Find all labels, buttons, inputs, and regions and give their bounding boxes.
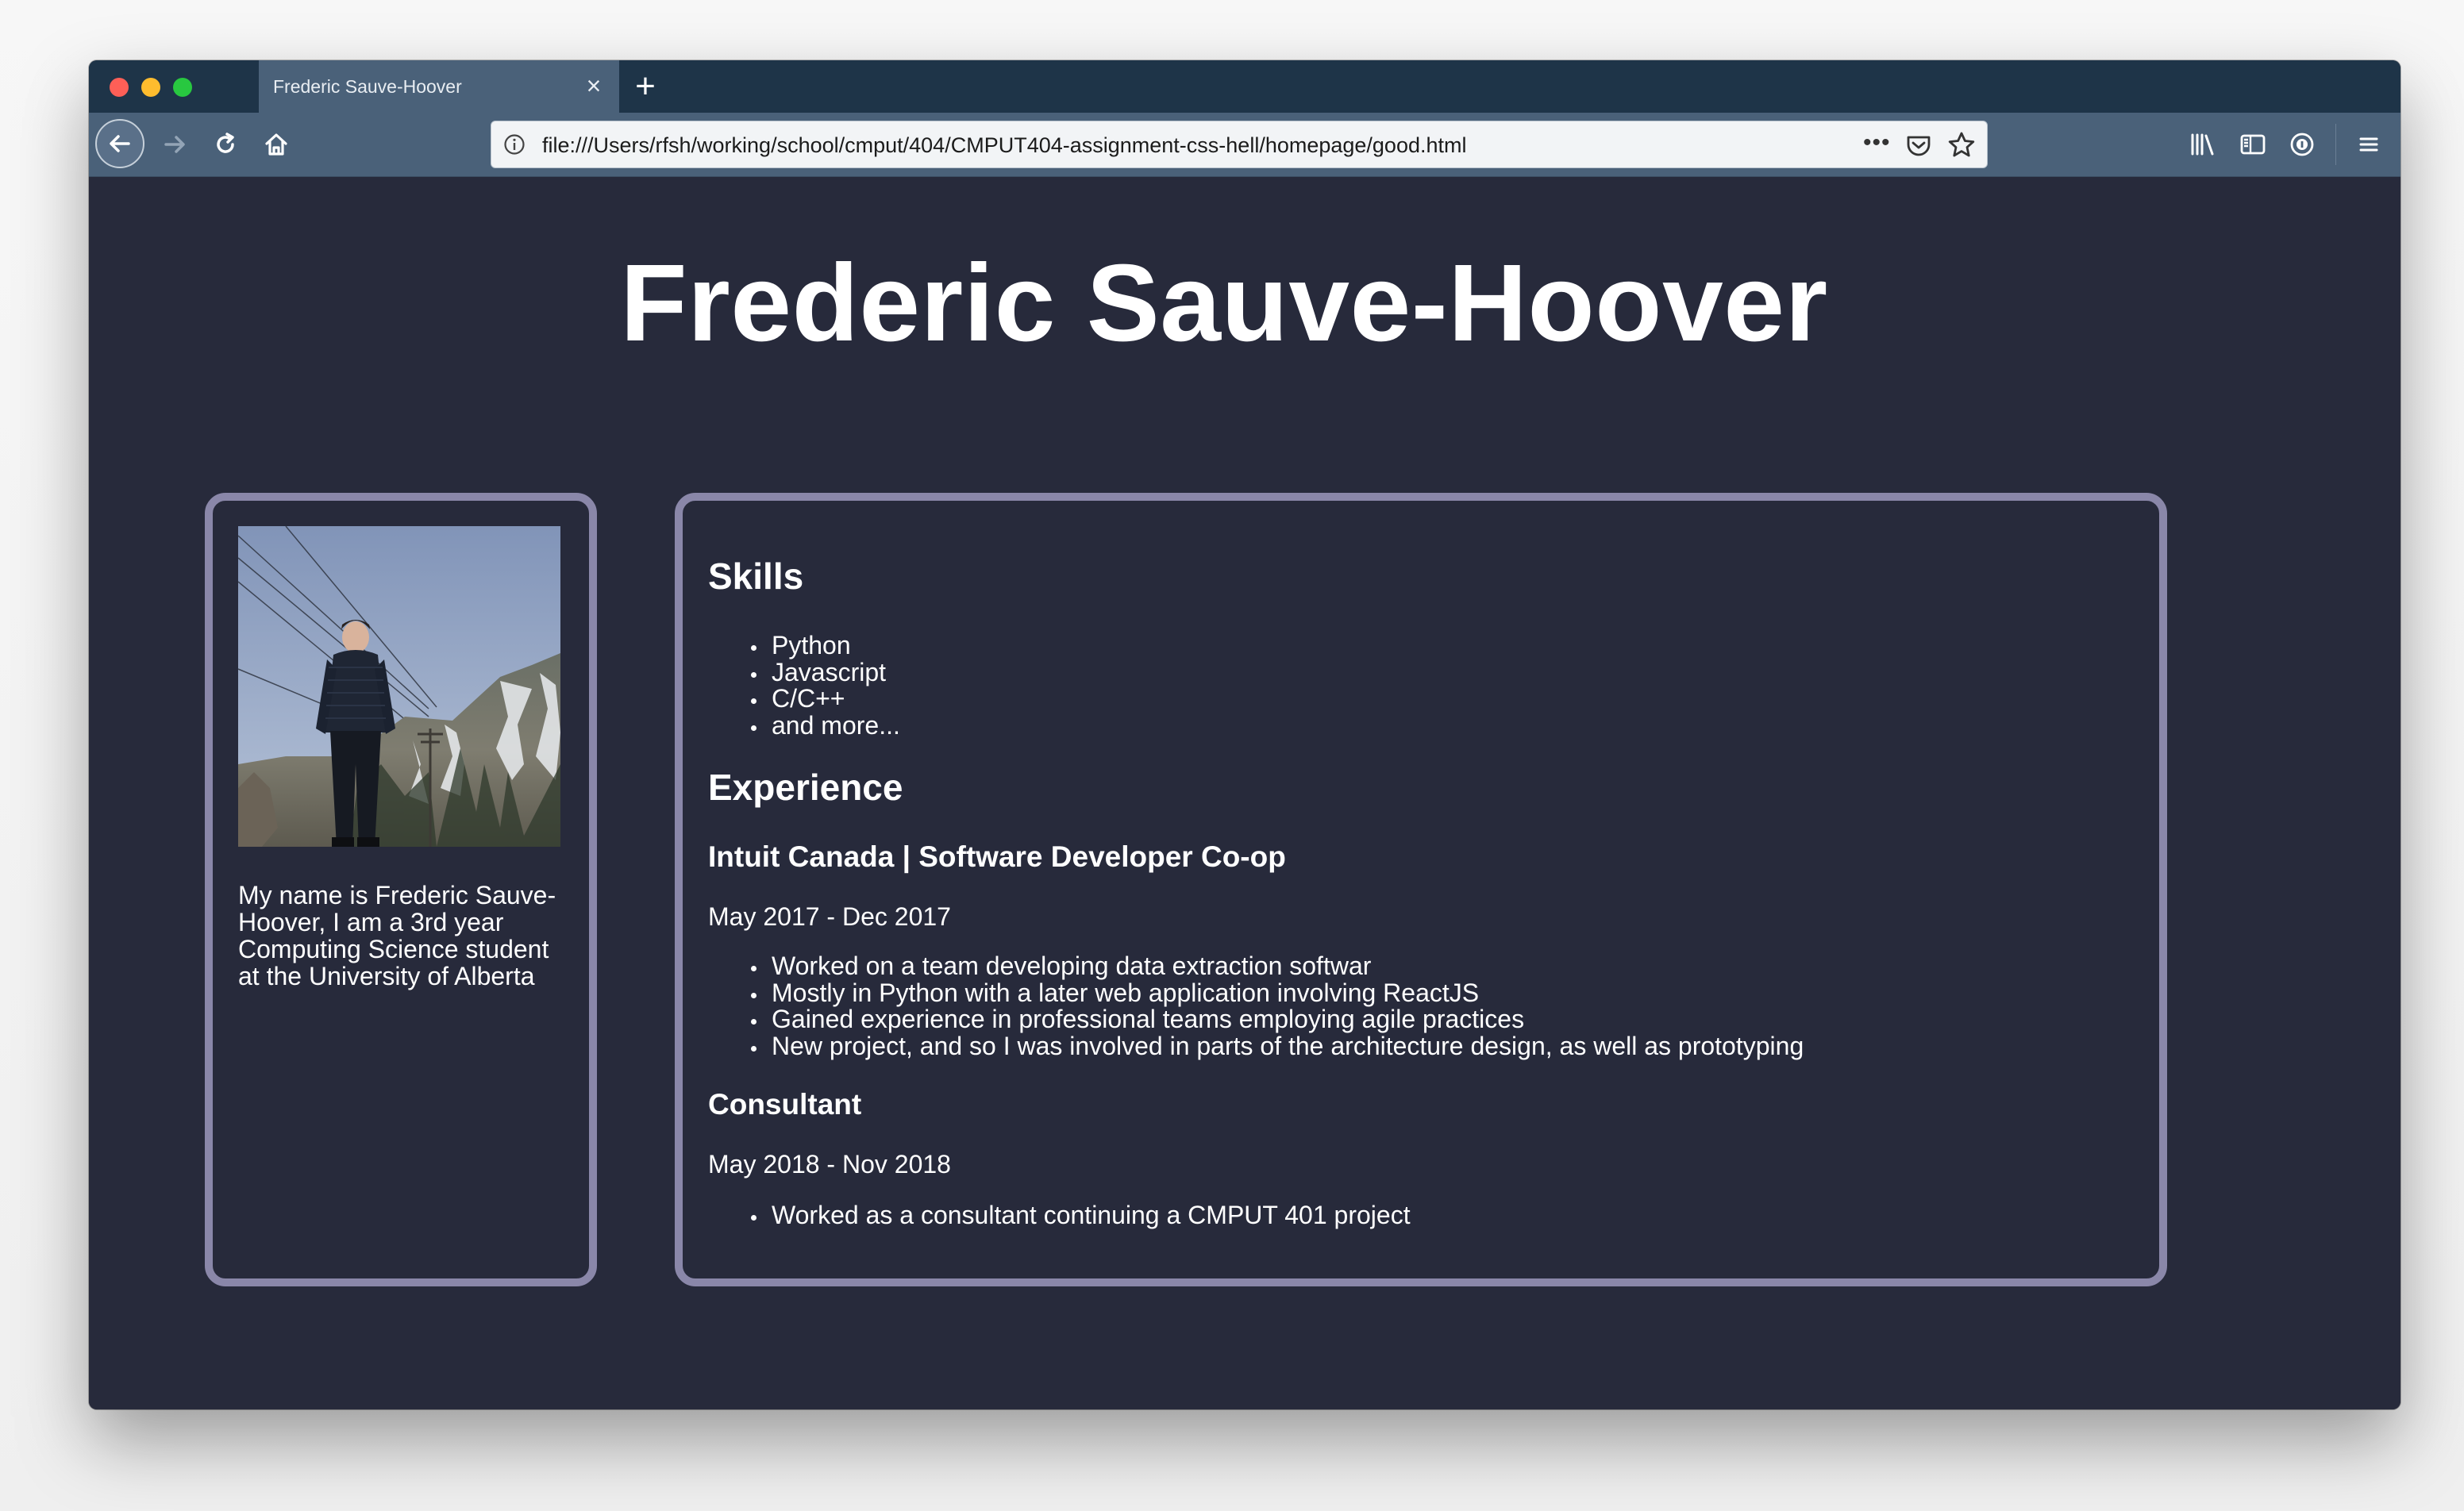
toolbar-separator [2335,124,2336,165]
experience-heading: Experience [708,767,903,808]
pocket-icon[interactable] [1904,131,1933,160]
skills-list: Python Javascript C/C++ and more... [708,632,900,739]
list-item: C/C++ [751,685,900,713]
list-item: Mostly in Python with a later web applic… [750,979,1804,1007]
page-title: Frederic Sauve-Hoover [620,242,1828,364]
profile-card: My name is Frederic Sauve-Hoover, I am a… [205,493,597,1286]
window-zoom-button[interactable] [173,78,192,97]
back-icon [110,135,130,152]
list-item: Python [751,632,900,659]
back-button[interactable] [95,119,144,168]
list-item: Gained experience in professional teams … [750,1005,1804,1033]
navigation-toolbar: file:///Users/rfsh/working/school/cmput/… [89,113,2400,177]
list-item: Worked as a consultant continuing a CMPU… [751,1201,1411,1229]
sidebar-button[interactable] [2229,121,2277,168]
library-button[interactable] [2178,121,2226,168]
tab-title: Frederic Sauve-Hoover [273,76,462,97]
library-icon [2191,133,2214,156]
profile-photo-image [238,526,560,847]
page-viewport: Frederic Sauve-Hoover My name is Frederi… [89,177,2400,1409]
profile-photo [238,526,560,847]
list-item: New project, and so I was involved in pa… [750,1031,1804,1060]
home-icon [265,133,287,156]
url-text[interactable]: file:///Users/rfsh/working/school/cmput/… [542,133,1467,158]
job-title: Consultant [708,1088,862,1121]
job-bullets: Worked on a team developing data extract… [708,952,1804,1060]
list-item: and more... [751,710,900,740]
job-title: Intuit Canada | Software Developer Co-op [708,840,1286,873]
hamburger-menu-icon [2359,137,2378,152]
job-bullets: Worked as a consultant continuing a CMPU… [708,1201,1411,1229]
new-tab-button[interactable]: + [626,67,665,106]
reload-icon [217,133,234,153]
extension-button[interactable] [2278,121,2326,168]
sidebar-icon [2240,134,2266,155]
info-icon[interactable] [502,133,526,156]
url-bar[interactable]: file:///Users/rfsh/working/school/cmput/… [491,121,1988,168]
job-dates: May 2018 - Nov 2018 [708,1150,951,1178]
page-actions-icon[interactable]: ••• [1863,131,1895,158]
browser-window: Frederic Sauve-Hoover × + file:///Users/… [89,60,2400,1409]
tab-close-icon[interactable]: × [579,71,608,100]
forward-icon [164,136,185,153]
extension-icon [2290,133,2314,156]
star-icon[interactable] [1946,129,1977,161]
home-button[interactable] [252,121,300,168]
job-dates: May 2017 - Dec 2017 [708,902,951,931]
forward-button[interactable] [151,121,198,168]
list-item: Worked on a team developing data extract… [750,952,1804,980]
profile-bio: My name is Frederic Sauve-Hoover, I am a… [238,881,556,990]
window-close-button[interactable] [110,78,129,97]
skills-heading: Skills [708,556,804,597]
reload-button[interactable] [202,121,249,168]
window-minimize-button[interactable] [141,78,160,97]
list-item: Javascript [751,659,900,686]
tab-strip: Frederic Sauve-Hoover × + [89,60,2400,113]
resume-card: Skills Python Javascript C/C++ and more.… [675,493,2167,1286]
menu-button[interactable] [2345,121,2393,168]
tab-active[interactable]: Frederic Sauve-Hoover × [259,60,619,113]
